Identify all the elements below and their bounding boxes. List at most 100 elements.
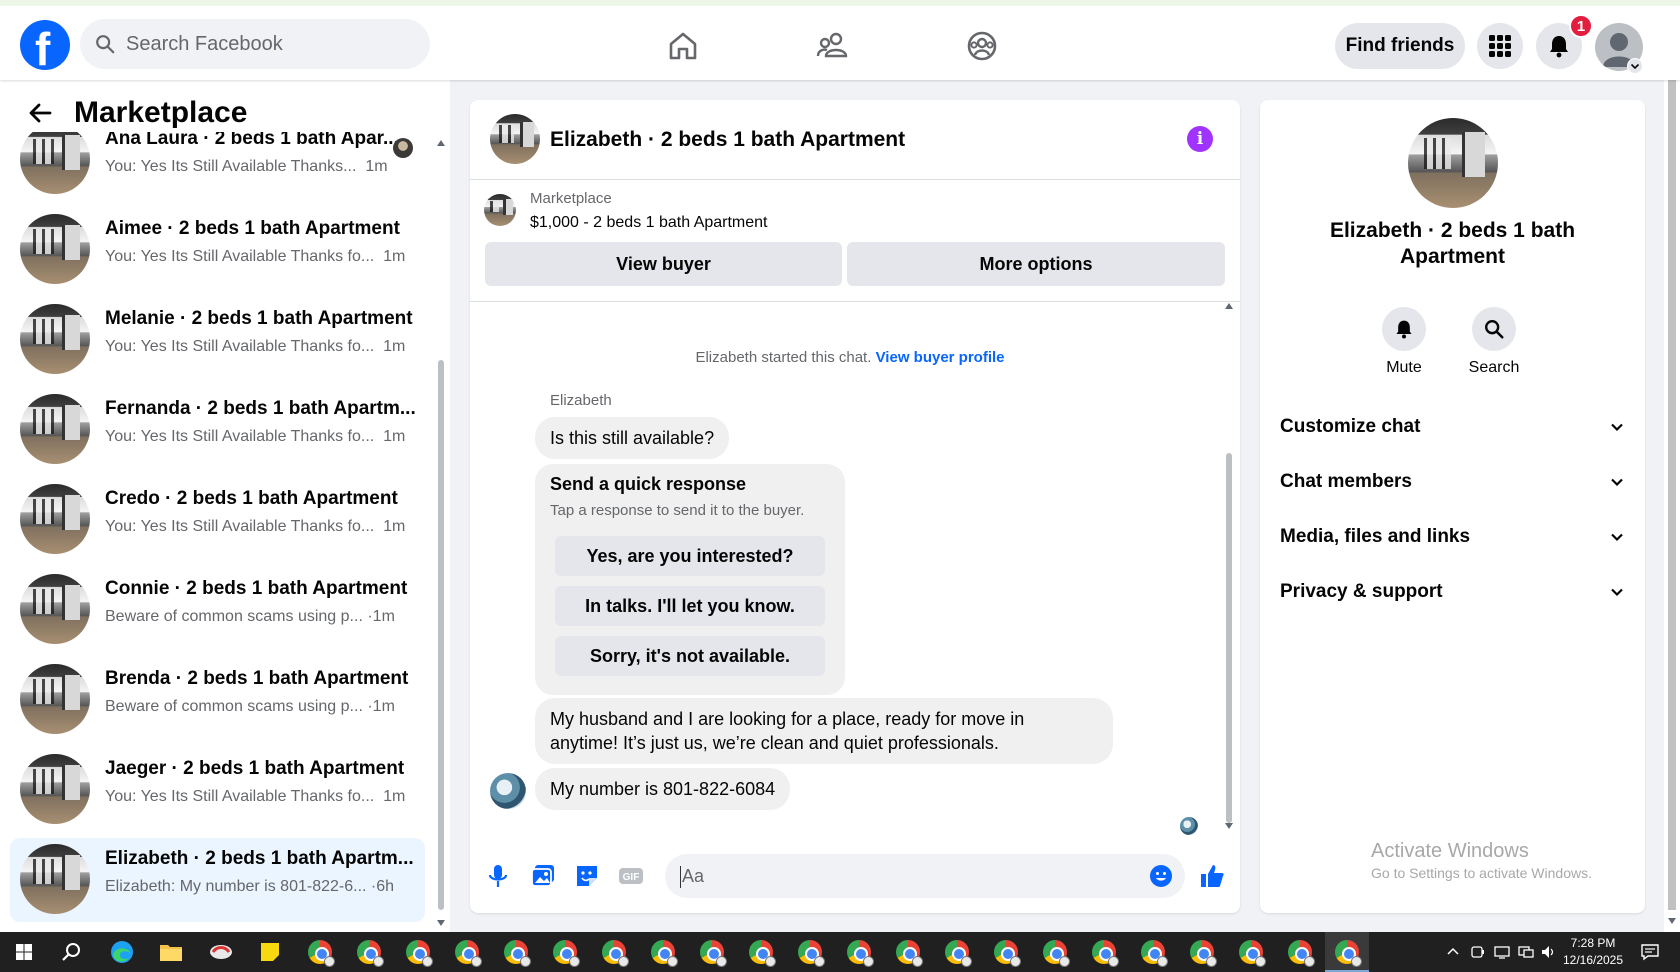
- message-line: anytime! It’s just us, we’re clean and q…: [550, 733, 999, 753]
- scroll-down-icon[interactable]: [1668, 918, 1676, 924]
- listing-thumbnail-large[interactable]: [1408, 118, 1498, 208]
- view-buyer-profile-link[interactable]: View buyer profile: [876, 349, 1005, 366]
- message-scrollbar[interactable]: [1224, 303, 1234, 831]
- conversation-item[interactable]: Ana Laura · 2 beds 1 bath Apar... You: Y…: [10, 132, 425, 202]
- chat-members-section[interactable]: Chat members: [1280, 467, 1625, 497]
- chrome-icon[interactable]: [994, 940, 1021, 967]
- section-label: Chat members: [1280, 471, 1412, 492]
- app-icon[interactable]: [207, 938, 235, 966]
- top-navigation-bar: f Search Facebook Find friends 1: [0, 0, 1680, 80]
- chrome-icon[interactable]: [357, 940, 384, 967]
- chrome-icon[interactable]: [798, 940, 825, 967]
- active-chrome-window[interactable]: [1325, 932, 1369, 972]
- windows-start-icon[interactable]: [10, 938, 38, 966]
- battery-icon[interactable]: [1470, 944, 1486, 960]
- info-icon[interactable]: i: [1187, 126, 1213, 152]
- chrome-icon[interactable]: [1239, 940, 1266, 967]
- conversation-item[interactable]: Credo · 2 beds 1 bath Apartment You: Yes…: [10, 478, 425, 562]
- scroll-up-icon[interactable]: [437, 140, 445, 146]
- groups-icon[interactable]: [964, 28, 1000, 64]
- conversation-item[interactable]: Aimee · 2 beds 1 bath Apartment You: Yes…: [10, 208, 425, 292]
- marketplace-inbox-panel: Marketplace Ana Laura · 2 beds 1 bath Ap…: [0, 80, 450, 932]
- chrome-icon[interactable]: [1092, 940, 1119, 967]
- message-line: My husband and I are looking for a place…: [550, 709, 1025, 729]
- file-explorer-icon[interactable]: [157, 938, 185, 966]
- scrollbar-thumb[interactable]: [1226, 453, 1232, 823]
- conversation-preview: You: Yes Its Still Available Thanks fo..…: [105, 788, 406, 805]
- microphone-icon[interactable]: [484, 862, 512, 890]
- back-arrow-icon[interactable]: [28, 101, 52, 125]
- conversation-item[interactable]: Connie · 2 beds 1 bath Apartment Beware …: [10, 568, 425, 652]
- page-scrollbar[interactable]: [1664, 80, 1680, 932]
- chrome-icon[interactable]: [553, 940, 580, 967]
- chrome-icon[interactable]: [651, 940, 678, 967]
- search-input[interactable]: Search Facebook: [80, 19, 430, 69]
- message-input-placeholder: Aa: [680, 866, 705, 888]
- chrome-icon[interactable]: [1288, 940, 1315, 967]
- conversation-item-active[interactable]: Elizabeth · 2 beds 1 bath Apartm... Eliz…: [10, 838, 425, 922]
- view-buyer-button[interactable]: View buyer: [485, 242, 842, 286]
- sticker-icon[interactable]: [573, 862, 601, 890]
- message-bubble: My number is 801-822-6084: [535, 768, 791, 810]
- chrome-icon[interactable]: [896, 940, 923, 967]
- chrome-icon[interactable]: [1190, 940, 1217, 967]
- system-clock[interactable]: 7:28 PM 12/16/2025: [1553, 935, 1633, 969]
- chrome-icon[interactable]: [847, 940, 874, 967]
- gif-icon[interactable]: GIF: [617, 862, 645, 890]
- chrome-icon[interactable]: [602, 940, 629, 967]
- chrome-icon[interactable]: [308, 940, 335, 967]
- edge-browser-icon[interactable]: [108, 938, 136, 966]
- chat-title[interactable]: Elizabeth · 2 beds 1 bath Apartment: [550, 128, 905, 152]
- thumbs-up-icon[interactable]: [1198, 862, 1226, 890]
- friends-icon[interactable]: [815, 28, 851, 64]
- network-icon[interactable]: [1518, 944, 1534, 960]
- conversation-item[interactable]: Brenda · 2 beds 1 bath Apartment Beware …: [10, 658, 425, 742]
- photo-icon[interactable]: [529, 862, 557, 890]
- chrome-icon[interactable]: [1141, 940, 1168, 967]
- privacy-support-section[interactable]: Privacy & support: [1280, 577, 1625, 607]
- scroll-down-icon[interactable]: [437, 920, 445, 926]
- quick-response-talks-button[interactable]: In talks. I'll let you know.: [555, 586, 825, 626]
- quick-response-yes-button[interactable]: Yes, are you interested?: [555, 536, 825, 576]
- menu-button[interactable]: [1477, 23, 1523, 69]
- scrollbar-thumb[interactable]: [1668, 80, 1676, 910]
- conversation-item[interactable]: Jaeger · 2 beds 1 bath Apartment You: Ye…: [10, 748, 425, 832]
- emoji-icon[interactable]: [1149, 864, 1173, 888]
- read-receipt-avatar: [1180, 817, 1198, 835]
- tray-chevron-up-icon[interactable]: [1446, 945, 1460, 959]
- chrome-icon[interactable]: [406, 940, 433, 967]
- customize-chat-section[interactable]: Customize chat: [1280, 412, 1625, 442]
- facebook-logo-icon[interactable]: f: [20, 20, 70, 74]
- conversation-item[interactable]: Fernanda · 2 beds 1 bath Apartm... You: …: [10, 388, 425, 472]
- mute-button[interactable]: [1382, 307, 1426, 351]
- more-options-button[interactable]: More options: [847, 242, 1225, 286]
- chrome-icon[interactable]: [945, 940, 972, 967]
- chrome-icon[interactable]: [700, 940, 727, 967]
- notification-center-icon[interactable]: [1640, 942, 1660, 962]
- conversation-list-scrollbar[interactable]: [437, 138, 445, 928]
- scroll-down-icon[interactable]: [1225, 823, 1233, 829]
- sticky-notes-icon[interactable]: [256, 938, 284, 966]
- scrollbar-thumb[interactable]: [438, 360, 444, 910]
- search-conversation-button[interactable]: [1472, 307, 1516, 351]
- conversation-preview: Beware of common scams using p... ·1m: [105, 608, 395, 625]
- scroll-up-icon[interactable]: [1225, 303, 1233, 309]
- display-icon[interactable]: [1494, 944, 1510, 960]
- message-input[interactable]: Aa: [665, 854, 1185, 898]
- chrome-icon[interactable]: [749, 940, 776, 967]
- read-receipt-avatar: [393, 138, 413, 158]
- chrome-icon[interactable]: [455, 940, 482, 967]
- listing-price[interactable]: $1,000 - 2 beds 1 bath Apartment: [530, 214, 768, 232]
- home-icon[interactable]: [665, 28, 701, 64]
- quick-response-unavailable-button[interactable]: Sorry, it's not available.: [555, 636, 825, 676]
- find-friends-button[interactable]: Find friends: [1335, 23, 1465, 69]
- account-chevron-icon[interactable]: [1627, 58, 1643, 74]
- conversation-item[interactable]: Melanie · 2 beds 1 bath Apartment You: Y…: [10, 298, 425, 382]
- chrome-icon[interactable]: [504, 940, 531, 967]
- watermark-title: Activate Windows: [1371, 840, 1529, 862]
- taskbar-search-icon[interactable]: [58, 938, 86, 966]
- media-files-links-section[interactable]: Media, files and links: [1280, 522, 1625, 552]
- sender-avatar[interactable]: [490, 773, 526, 809]
- chat-thumbnail[interactable]: [490, 114, 540, 164]
- chrome-icon[interactable]: [1043, 940, 1070, 967]
